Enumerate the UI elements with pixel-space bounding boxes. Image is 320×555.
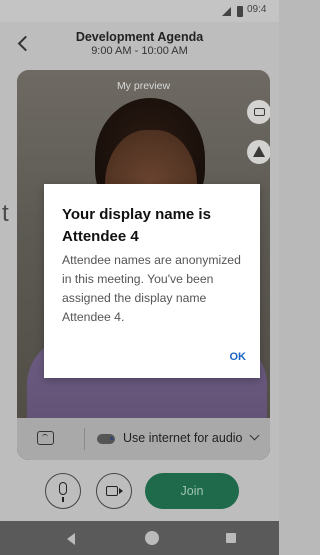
ok-button[interactable]: OK [230,351,247,363]
microphone-button[interactable] [45,473,81,509]
room-audio-icon[interactable] [37,431,54,445]
signal-icon [222,7,231,16]
switch-camera-icon [254,108,265,116]
nav-home-icon[interactable] [145,531,159,545]
wifi-icon: ◔ [107,432,115,446]
camera-button[interactable] [96,473,132,509]
meeting-time-range: 9:00 AM - 10:00 AM [91,45,188,57]
dialog-body: Attendee names are anonymized in this me… [62,253,241,324]
microphone-icon [59,482,67,502]
android-nav-bar [0,521,279,555]
preview-label: My preview [116,80,171,92]
chevron-down-icon [249,430,260,441]
join-button[interactable]: Join [145,473,239,509]
meeting-header: Development Agenda 9:00 AM - 10:00 AM [0,22,279,68]
display-name-dialog: Your display name is Attendee 4 Attendee… [44,184,260,378]
switch-camera-button[interactable] [247,100,270,124]
battery-icon [237,6,243,17]
stray-text: t [2,200,9,227]
status-bar: 09:4 [0,0,279,22]
nav-recents-icon[interactable] [226,533,236,543]
dialog-title: Your display name is Attendee 4 [62,206,211,245]
video-camera-icon [106,486,118,496]
audio-option-label: Use internet for audio [123,431,243,445]
background-effects-button[interactable] [247,140,270,164]
status-time: 09:4 [247,4,267,15]
audio-options-bar: ◔ Use internet for audio [17,418,270,460]
audio-divider [84,428,85,450]
background-effects-icon [253,146,265,157]
nav-back-icon[interactable] [67,533,75,545]
audio-option-select[interactable]: ◔ Use internet for audio [97,428,272,450]
meeting-title: Development Agenda [75,30,204,44]
